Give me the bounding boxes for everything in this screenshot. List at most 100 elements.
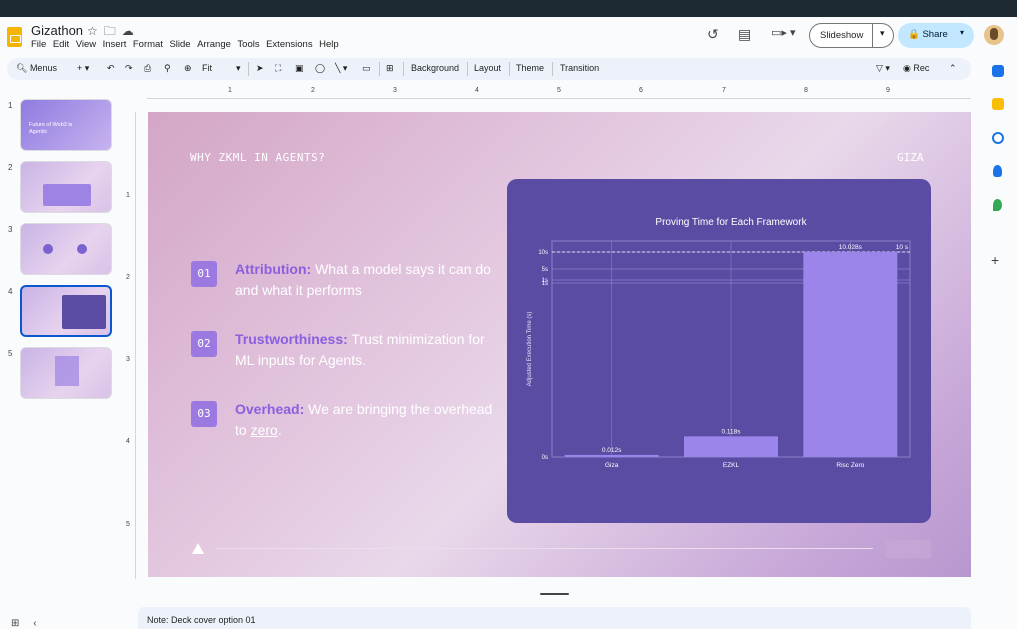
slide-canvas[interactable]: WHY ZKML IN AGENTS? GIZA 01 Attribution:…: [148, 112, 971, 577]
zoom-label: Fit: [202, 63, 212, 73]
comments-icon[interactable]: ▤: [738, 26, 751, 43]
point-text: Overhead: We are bringing the overhead t…: [235, 399, 495, 441]
ruler-mark: 8: [804, 87, 808, 94]
meet-camera-icon[interactable]: ▭▸ ▾: [771, 26, 796, 39]
thumbnail-title: Future of Web3 is Agentic: [29, 122, 73, 135]
chart-card[interactable]: Proving Time for Each Framework Adjusted …: [507, 179, 931, 523]
comment-add-icon[interactable]: ⊞: [386, 63, 394, 74]
toolbar-divider: [403, 62, 404, 76]
tasks-icon[interactable]: [992, 132, 1004, 144]
menu-view[interactable]: View: [76, 39, 96, 50]
ruler-mark: 7: [722, 87, 726, 94]
calendar-icon[interactable]: [992, 65, 1004, 77]
point-text: Attribution: What a model says it can do…: [235, 259, 495, 301]
menu-file[interactable]: File: [31, 39, 46, 50]
slides-logo-icon[interactable]: [7, 27, 22, 47]
menu-insert[interactable]: Insert: [103, 39, 127, 50]
slide-thumbnail-5[interactable]: [20, 347, 112, 399]
slideshow-divider: [872, 24, 873, 47]
add-addon-icon[interactable]: +: [991, 252, 1003, 268]
maps-icon[interactable]: [993, 199, 1002, 211]
speaker-notes[interactable]: Note: Deck cover option 01: [138, 607, 971, 629]
contacts-icon[interactable]: [993, 165, 1002, 177]
y-tick-label: 10s: [538, 250, 548, 256]
slide-thumbnail-3[interactable]: [20, 223, 112, 275]
point-tail: .: [277, 422, 282, 438]
share-dropdown-icon[interactable]: ▾: [960, 28, 964, 37]
select-frame-icon[interactable]: ⛶: [275, 63, 281, 74]
menu-slide[interactable]: Slide: [169, 39, 190, 50]
menu-format[interactable]: Format: [133, 39, 163, 50]
rec-label: Rec: [913, 63, 930, 73]
version-history-icon[interactable]: ↺: [707, 26, 719, 43]
menu-tools[interactable]: Tools: [237, 39, 259, 50]
zoom-dropdown-icon[interactable]: ▾: [236, 63, 241, 74]
side-panel: +: [983, 55, 1017, 629]
undo-icon[interactable]: ↶: [107, 63, 115, 74]
image-icon[interactable]: ▣: [295, 63, 304, 74]
slide-thumbnail-2[interactable]: [20, 161, 112, 213]
slide-number: 1: [8, 101, 13, 110]
pen-icon[interactable]: ▽ ▾: [876, 63, 890, 74]
slideshow-button[interactable]: Slideshow ▾: [809, 23, 894, 48]
slide-heading[interactable]: WHY ZKML IN AGENTS?: [190, 151, 325, 164]
notes-resize-handle[interactable]: [540, 593, 569, 595]
giza-logo-icon: [192, 543, 204, 554]
theme-button[interactable]: Theme: [516, 63, 544, 73]
ruler-mark: 5: [126, 521, 130, 528]
layout-button[interactable]: Layout: [474, 63, 501, 73]
transition-button[interactable]: Transition: [560, 63, 599, 73]
ruler-mark: 3: [393, 87, 397, 94]
collapse-toolbar-icon[interactable]: ⌃: [949, 63, 957, 74]
slide-number: 3: [8, 225, 13, 234]
horizontal-ruler[interactable]: 1 2 3 4 5 6 7 8 9: [147, 87, 971, 99]
line-icon[interactable]: ╲ ▾: [335, 63, 347, 74]
redo-icon[interactable]: ↷: [125, 63, 133, 74]
footer-box: [885, 540, 931, 558]
ruler-mark: 4: [475, 87, 479, 94]
select-cursor-icon[interactable]: ➤: [256, 63, 264, 74]
star-icon[interactable]: ☆: [87, 24, 104, 38]
record-button[interactable]: ◉ Rec: [903, 63, 929, 74]
new-slide-icon[interactable]: + ▾: [77, 63, 89, 74]
ruler-mark: 5: [557, 87, 561, 94]
zoom-icon[interactable]: ⊕: [184, 63, 192, 74]
point-number: 01: [191, 261, 217, 287]
slide-thumbnail-4[interactable]: [20, 285, 112, 337]
menu-extensions[interactable]: Extensions: [266, 39, 312, 50]
document-title[interactable]: Gizathon: [31, 23, 83, 38]
move-folder-icon[interactable]: 🗀: [104, 24, 122, 38]
shape-icon[interactable]: ◯: [315, 63, 325, 74]
slide-brand[interactable]: GIZA: [897, 151, 924, 164]
menus-search[interactable]: 🔍︎ Menus: [16, 63, 57, 74]
print-icon[interactable]: ⎙: [144, 63, 151, 74]
menu-arrange[interactable]: Arrange: [197, 39, 231, 50]
x-tick-label: Risc Zero: [836, 462, 864, 469]
vertical-ruler[interactable]: 1 2 3 4 5: [126, 112, 136, 579]
grid-view-icon[interactable]: ⊞: [11, 618, 19, 629]
background-button[interactable]: Background: [411, 63, 459, 73]
point-link-zero: zero: [250, 422, 278, 438]
menus-label: Menus: [29, 63, 57, 73]
y-tick-label: 1s: [542, 278, 548, 284]
share-button[interactable]: 🔒 Share ▾: [898, 23, 974, 48]
video-icon[interactable]: ▭: [362, 63, 371, 74]
browser-top-strip: [0, 0, 1017, 17]
menu-help[interactable]: Help: [319, 39, 339, 50]
share-text: Share: [922, 29, 948, 40]
cloud-status-icon[interactable]: ☁: [122, 24, 140, 38]
collapse-filmstrip-icon[interactable]: ‹: [33, 618, 36, 629]
menu-edit[interactable]: Edit: [53, 39, 69, 50]
point-text: Trustworthiness: Trust minimization for …: [235, 329, 495, 371]
account-avatar[interactable]: [984, 25, 1004, 45]
app-header: Gizathon ☆🗀☁ File Edit View Insert Forma…: [0, 17, 1017, 55]
slide-thumbnail-1[interactable]: Future of Web3 is Agentic: [20, 99, 112, 151]
paint-format-icon[interactable]: ⚲: [164, 63, 171, 74]
zoom-select[interactable]: Fit: [202, 63, 212, 73]
slideshow-label: Slideshow: [820, 30, 864, 41]
keep-icon[interactable]: [992, 98, 1004, 110]
point-key: Overhead:: [235, 401, 305, 417]
bar-risc-zero: [803, 252, 898, 457]
slideshow-dropdown-icon[interactable]: ▾: [880, 28, 885, 39]
x-tick-label: EZKL: [723, 462, 740, 469]
